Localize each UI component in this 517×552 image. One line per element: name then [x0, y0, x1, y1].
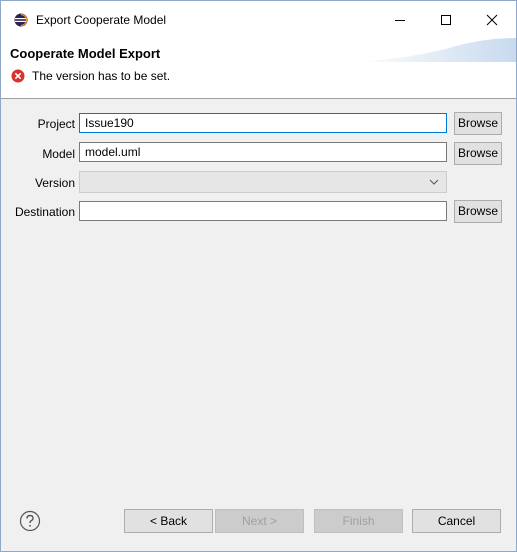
export-dialog: Export Cooperate Model Cooperate Model E…	[0, 0, 517, 552]
help-icon[interactable]	[19, 510, 41, 532]
project-label: Project	[37, 117, 75, 131]
page-title: Cooperate Model Export	[10, 46, 161, 61]
close-button[interactable]	[469, 1, 515, 38]
error-icon	[11, 69, 25, 83]
version-label: Version	[34, 176, 75, 190]
project-field[interactable]	[79, 113, 447, 133]
maximize-icon	[441, 15, 451, 25]
next-button[interactable]: Next >	[215, 509, 304, 533]
model-browse-button[interactable]: Browse	[454, 142, 502, 165]
maximize-button[interactable]	[423, 1, 469, 38]
finish-button[interactable]: Finish	[314, 509, 403, 533]
banner-decoration	[356, 38, 516, 62]
cancel-button[interactable]: Cancel	[412, 509, 501, 533]
destination-label: Destination	[14, 205, 75, 219]
model-label: Model	[42, 147, 75, 161]
minimize-icon	[395, 20, 405, 21]
wizard-header: Cooperate Model Export The version has t…	[1, 38, 516, 99]
destination-browse-button[interactable]: Browse	[454, 200, 502, 223]
error-message: The version has to be set.	[32, 69, 171, 83]
project-browse-button[interactable]: Browse	[454, 112, 502, 135]
minimize-button[interactable]	[377, 1, 423, 38]
version-select[interactable]	[79, 171, 447, 193]
back-button[interactable]: < Back	[124, 509, 213, 533]
chevron-down-icon	[429, 179, 439, 185]
eclipse-icon	[14, 13, 28, 27]
close-icon	[486, 14, 498, 26]
window-title: Export Cooperate Model	[36, 13, 167, 27]
model-field[interactable]	[79, 142, 447, 162]
destination-field[interactable]	[79, 201, 447, 221]
title-bar: Export Cooperate Model	[1, 1, 516, 38]
